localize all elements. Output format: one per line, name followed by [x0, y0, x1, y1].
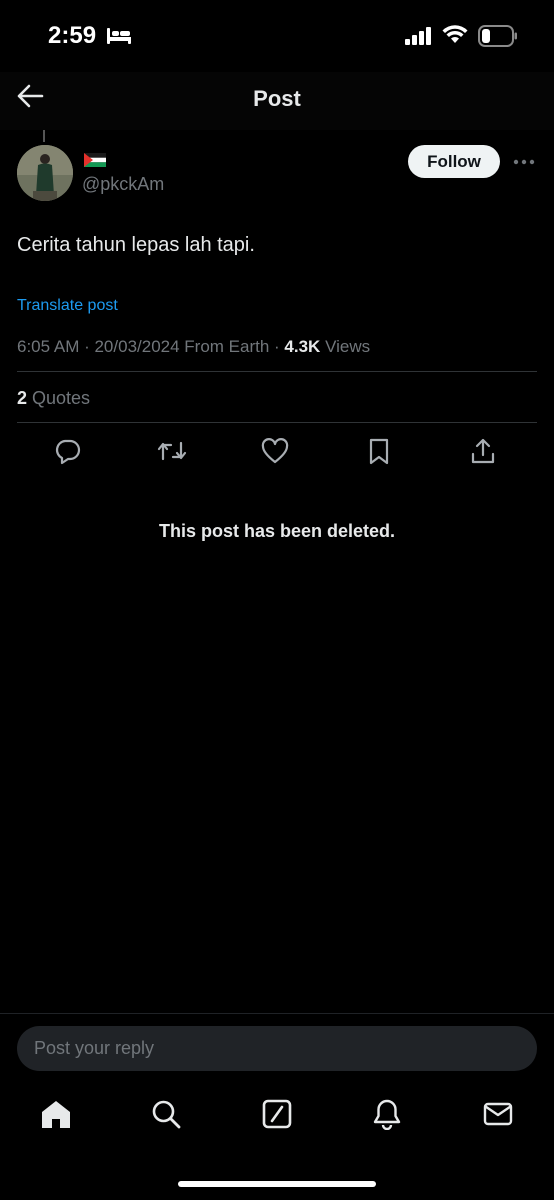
share-button[interactable]	[465, 435, 501, 471]
reply-icon	[54, 437, 82, 470]
signal-icon	[405, 27, 433, 50]
page-title: Post	[253, 86, 301, 111]
nav-notifications[interactable]	[371, 1098, 403, 1135]
repost-button[interactable]	[154, 435, 190, 471]
home-icon	[40, 1099, 72, 1134]
header: Post	[0, 72, 554, 130]
post-actions	[0, 435, 554, 471]
quotes-count: 2	[17, 388, 28, 408]
repost-icon	[157, 437, 187, 470]
quotes-label: Quotes	[27, 388, 91, 408]
more-options-button[interactable]	[512, 153, 536, 169]
notifications-icon	[372, 1098, 402, 1135]
post-timestamp: 6:05 AM · 20/03/2024 From Earth ·	[17, 337, 285, 356]
divider	[0, 1013, 554, 1014]
translate-post-link[interactable]: Translate post	[17, 297, 118, 315]
grok-icon	[262, 1099, 292, 1134]
search-icon	[151, 1099, 181, 1134]
deleted-notice: This post has been deleted.	[158, 521, 396, 541]
bookmark-button[interactable]	[361, 435, 397, 471]
bookmark-icon	[367, 437, 391, 470]
messages-icon	[482, 1100, 514, 1133]
reply-button[interactable]	[50, 435, 86, 471]
battery-icon	[478, 25, 518, 52]
palestine-flag-icon	[84, 153, 106, 167]
nav-search[interactable]	[150, 1100, 182, 1132]
heart-icon	[261, 437, 289, 469]
bed-icon	[106, 26, 132, 51]
author-handle[interactable]: @pkckAm	[82, 174, 164, 195]
wifi-icon	[442, 24, 468, 49]
follow-button[interactable]: Follow	[408, 145, 500, 178]
views-count[interactable]: 4.3K	[284, 337, 320, 356]
nav-messages[interactable]	[482, 1100, 514, 1132]
reply-input[interactable]: Post your reply	[17, 1026, 537, 1071]
post-text: Cerita tahun lepas lah tapi.	[17, 234, 255, 256]
views-label: Views	[320, 337, 371, 356]
post-meta: 6:05 AM · 20/03/2024 From Earth · 4.3K V…	[17, 337, 370, 357]
nav-grok[interactable]	[261, 1099, 293, 1134]
like-button[interactable]	[257, 435, 293, 471]
home-indicator[interactable]	[178, 1181, 376, 1187]
avatar[interactable]	[17, 145, 73, 201]
status-bar: 2:59	[0, 0, 554, 72]
divider	[17, 422, 537, 423]
share-icon	[469, 437, 497, 470]
thread-line	[43, 130, 45, 142]
nav-home[interactable]	[40, 1100, 72, 1132]
quotes-link[interactable]: 2 Quotes	[17, 388, 90, 409]
divider	[17, 371, 537, 372]
more-icon	[513, 152, 535, 170]
status-time: 2:59	[48, 22, 97, 49]
